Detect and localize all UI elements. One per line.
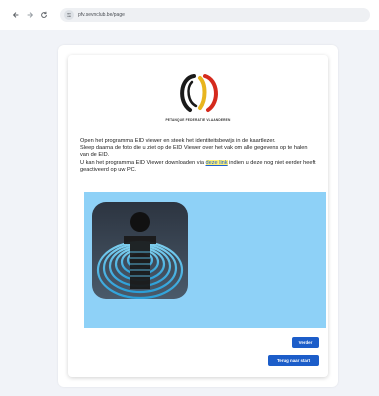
browser-toolbar: pfv.sevnclub.be/page xyxy=(0,0,379,30)
pfv-logo xyxy=(180,74,218,112)
address-bar[interactable]: pfv.sevnclub.be/page xyxy=(60,8,370,22)
instructions-text: Open het programma EID viewer en steek h… xyxy=(80,138,318,174)
eid-viewer-icon xyxy=(92,202,188,299)
content-card: PETANQUE FEDERATIE VLAANDEREN Open het p… xyxy=(68,55,328,377)
page-panel: PETANQUE FEDERATIE VLAANDEREN Open het p… xyxy=(58,45,338,387)
logo-caption: PETANQUE FEDERATIE VLAANDEREN xyxy=(165,118,231,122)
site-info-icon[interactable] xyxy=(64,10,74,20)
download-link[interactable]: deze link xyxy=(205,159,228,166)
instruction-line-3: U kan het programma EID Viewer downloade… xyxy=(80,159,318,174)
back-arrow-icon[interactable] xyxy=(10,9,22,21)
reload-icon[interactable] xyxy=(38,9,50,21)
instruction-line-2: Sleep daarna de foto die u ziet op de EI… xyxy=(80,145,308,159)
next-button[interactable]: Verder xyxy=(292,337,319,348)
instruction-line-1: Open het programma EID viewer en steek h… xyxy=(80,138,276,144)
instruction-line-3-start: U kan het programma EID Viewer downloade… xyxy=(80,159,206,166)
back-to-start-button[interactable]: Terug naar start xyxy=(268,355,319,366)
url-text[interactable]: pfv.sevnclub.be/page xyxy=(78,12,125,18)
photo-drop-zone[interactable] xyxy=(84,192,326,328)
forward-arrow-icon[interactable] xyxy=(24,9,36,21)
